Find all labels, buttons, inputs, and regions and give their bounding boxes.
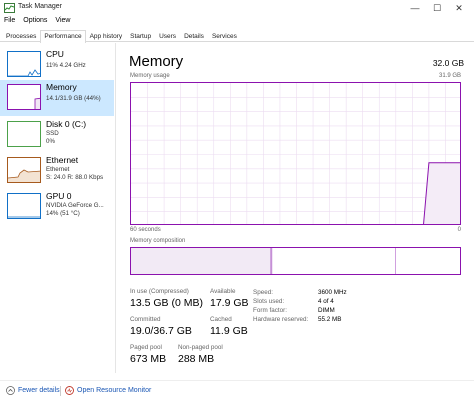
sidebar-memory-usage: 14.1/31.9 GB (44%) (46, 95, 101, 102)
menu-bar: File Options View (0, 16, 474, 28)
sidebar-disk-usage: 0% (46, 138, 55, 145)
slots-used-label: Slots used: (253, 298, 285, 305)
sidebar-item-memory[interactable]: Memory 14.1/31.9 GB (44%) (0, 80, 114, 116)
gpu-thumbnail-graph (7, 193, 41, 219)
fewer-details-button[interactable]: Fewer details (6, 386, 60, 395)
menu-view[interactable]: View (51, 16, 74, 28)
sidebar-gpu-usage: 14% (51 °C) (46, 210, 80, 217)
time-axis-end: 0 (457, 227, 461, 233)
open-resource-monitor-label: Open Resource Monitor (77, 387, 152, 394)
close-button[interactable]: ✕ (448, 1, 470, 15)
speed-value: 3600 MHz (318, 289, 347, 296)
composition-in-use (131, 248, 272, 274)
stat-paged-pool-value: 673 MB (130, 353, 167, 365)
stat-non-paged-pool-label: Non-paged pool (178, 344, 223, 351)
fewer-details-label: Fewer details (18, 387, 60, 394)
window-title: Task Manager (18, 3, 62, 10)
form-factor-value: DIMM (318, 307, 335, 314)
page-title: Memory (129, 53, 184, 70)
sidebar-ethernet-name: Ethernet (46, 155, 79, 165)
sidebar-item-disk[interactable]: Disk 0 (C:) SSD 0% (0, 117, 114, 153)
hardware-reserved-value: 55.2 MB (318, 316, 342, 323)
title-bar: Task Manager — ☐ ✕ (0, 0, 474, 16)
composition-standby (272, 248, 396, 274)
tab-users[interactable]: Users (155, 30, 180, 42)
memory-usage-chart (131, 83, 460, 224)
stat-committed-label: Committed (130, 316, 161, 323)
disk-thumbnail-graph (7, 121, 41, 147)
sidebar-item-gpu[interactable]: GPU 0 NVIDIA GeForce G... 14% (51 °C) (0, 189, 114, 225)
memory-usage-label: Memory usage (130, 73, 170, 79)
stat-committed-value: 19.0/36.7 GB (130, 325, 192, 337)
ethernet-thumbnail-graph (7, 157, 41, 183)
tab-startup[interactable]: Startup (126, 30, 155, 42)
open-resource-monitor-link[interactable]: Open Resource Monitor (65, 386, 151, 395)
memory-composition-label: Memory composition (130, 238, 186, 244)
tab-details[interactable]: Details (180, 30, 208, 42)
sidebar-item-ethernet[interactable]: Ethernet Ethernet S: 24.0 R: 88.0 Kbps (0, 153, 114, 189)
tab-strip: Processes Performance App history Startu… (0, 30, 474, 43)
stat-non-paged-pool-value: 288 MB (178, 353, 215, 365)
memory-usage-graph (130, 82, 461, 225)
slots-used-value: 4 of 4 (318, 298, 334, 305)
memory-usage-max: 31.9 GB (438, 73, 461, 79)
stat-cached-label: Cached (210, 316, 232, 323)
stat-cached-value: 11.9 GB (210, 325, 248, 337)
stat-available-label: Available (210, 288, 236, 295)
sidebar-ethernet-throughput: S: 24.0 R: 88.0 Kbps (46, 174, 104, 181)
memory-composition-bar (130, 247, 461, 275)
chevron-up-icon (6, 386, 15, 395)
tab-processes[interactable]: Processes (2, 30, 40, 42)
task-manager-icon (4, 3, 15, 13)
sidebar-gpu-model: NVIDIA GeForce G... (46, 202, 104, 209)
hardware-reserved-label: Hardware reserved: (253, 316, 309, 323)
sidebar-memory-name: Memory (46, 82, 77, 92)
stat-in-use-label: In use (Compressed) (130, 288, 189, 295)
memory-composition-chart (131, 248, 460, 274)
tab-app-history[interactable]: App history (86, 30, 127, 42)
speed-label: Speed: (253, 289, 273, 296)
cpu-thumbnail-graph (7, 51, 41, 77)
stat-available-value: 17.9 GB (210, 297, 249, 309)
tab-services[interactable]: Services (208, 30, 241, 42)
menu-file[interactable]: File (0, 16, 19, 28)
memory-panel: Memory 32.0 GB Memory usage 31.9 GB 60 s… (128, 43, 464, 373)
total-memory: 32.0 GB (432, 58, 464, 68)
memory-thumbnail-graph (7, 84, 41, 110)
resource-monitor-icon (65, 386, 74, 395)
time-axis-start: 60 seconds (130, 227, 161, 233)
stat-paged-pool-label: Paged pool (130, 344, 162, 351)
menu-options[interactable]: Options (19, 16, 51, 28)
form-factor-label: Form factor: (253, 307, 287, 314)
minimize-button[interactable]: — (404, 1, 426, 15)
sidebar-item-cpu[interactable]: CPU 11% 4.24 GHz (0, 47, 114, 83)
footer-bar: Fewer details Open Resource Monitor (0, 380, 474, 400)
sidebar-disk-type: SSD (46, 130, 59, 137)
footer-divider (60, 386, 61, 396)
sidebar-cpu-name: CPU (46, 49, 64, 59)
sidebar-ethernet-adapter: Ethernet (46, 166, 70, 173)
composition-free (395, 248, 460, 274)
maximize-button[interactable]: ☐ (426, 1, 448, 15)
sidebar-disk-name: Disk 0 (C:) (46, 119, 87, 129)
stat-in-use-value: 13.5 GB (0 MB) (130, 297, 203, 309)
sidebar-cpu-usage: 11% 4.24 GHz (46, 62, 86, 69)
sidebar-gpu-name: GPU 0 (46, 191, 72, 201)
tab-performance[interactable]: Performance (40, 30, 86, 43)
resource-sidebar: CPU 11% 4.24 GHz Memory 14.1/31.9 GB (44… (0, 43, 116, 373)
